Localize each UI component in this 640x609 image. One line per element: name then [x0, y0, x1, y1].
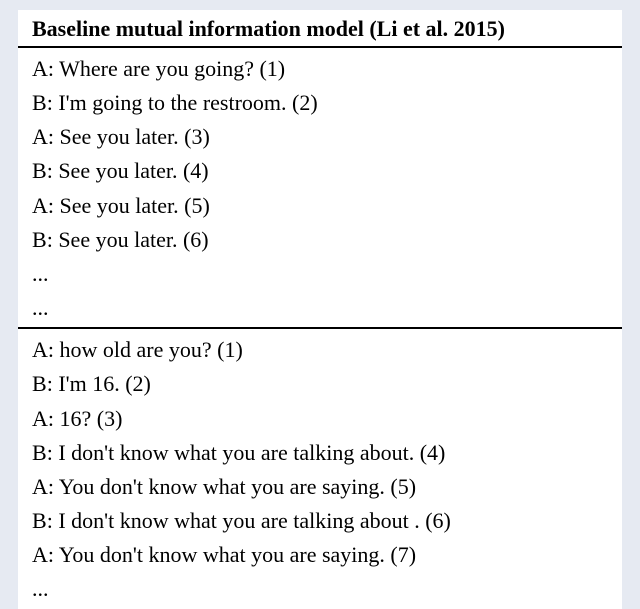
utterance-text: See you later. [60, 193, 179, 218]
speaker-label: A [32, 406, 48, 431]
speaker-label: A [32, 474, 48, 499]
utterance-text: You don't know what you are saying. [59, 474, 385, 499]
dialogue-line: A: You don't know what you are saying. (… [32, 470, 608, 504]
dialogue-line: B: I don't know what you are talking abo… [32, 504, 608, 538]
turn-number: (5) [184, 193, 210, 218]
table-header: Baseline mutual information model (Li et… [18, 10, 622, 48]
speaker-label: A [32, 124, 48, 149]
utterance-text: See you later. [58, 227, 177, 252]
dialogue-table: Baseline mutual information model (Li et… [18, 10, 622, 609]
utterance-text: I'm 16. [58, 371, 119, 396]
dialogue-line: A: how old are you? (1) [32, 333, 608, 367]
turn-number: (5) [390, 474, 416, 499]
dialogue-line: A: You don't know what you are saying. (… [32, 538, 608, 572]
ellipsis: ... [32, 257, 608, 291]
speaker-label: A [32, 193, 48, 218]
turn-number: (3) [184, 124, 210, 149]
utterance-text: Where are you going? [59, 56, 254, 81]
utterance-text: See you later. [58, 158, 177, 183]
utterance-text: how old are you? [60, 337, 212, 362]
turn-number: (6) [183, 227, 209, 252]
dialogue-line: B: I don't know what you are talking abo… [32, 436, 608, 470]
turn-number: (1) [259, 56, 285, 81]
utterance-text: I don't know what you are talking about. [58, 440, 414, 465]
dialogue-line: A: Where are you going? (1) [32, 52, 608, 86]
speaker-label: B [32, 371, 47, 396]
speaker-label: B [32, 508, 47, 533]
turn-number: (1) [217, 337, 243, 362]
dialogue-line: B: I'm going to the restroom. (2) [32, 86, 608, 120]
speaker-label: A [32, 337, 48, 362]
turn-number: (6) [425, 508, 451, 533]
speaker-label: B [32, 158, 47, 183]
utterance-text: 16? [60, 406, 92, 431]
utterance-text: You don't know what you are saying. [59, 542, 385, 567]
utterance-text: See you later. [60, 124, 179, 149]
turn-number: (2) [125, 371, 151, 396]
turn-number: (3) [97, 406, 123, 431]
dialogue-section-2: A: how old are you? (1) B: I'm 16. (2) A… [18, 329, 622, 608]
turn-number: (4) [183, 158, 209, 183]
turn-number: (4) [420, 440, 446, 465]
ellipsis: ... [32, 291, 608, 325]
ellipsis: ... [32, 572, 608, 606]
dialogue-line: B: See you later. (4) [32, 154, 608, 188]
turn-number: (2) [292, 90, 318, 115]
speaker-label: B [32, 440, 47, 465]
dialogue-line: A: 16? (3) [32, 402, 608, 436]
utterance-text: I'm going to the restroom. [58, 90, 286, 115]
speaker-label: A [32, 542, 48, 567]
dialogue-line: A: See you later. (3) [32, 120, 608, 154]
turn-number: (7) [390, 542, 416, 567]
speaker-label: A [32, 56, 48, 81]
dialogue-section-1: A: Where are you going? (1) B: I'm going… [18, 48, 622, 329]
utterance-text: I don't know what you are talking about … [58, 508, 419, 533]
speaker-label: B [32, 90, 47, 115]
dialogue-line: B: See you later. (6) [32, 223, 608, 257]
dialogue-line: B: I'm 16. (2) [32, 367, 608, 401]
dialogue-line: A: See you later. (5) [32, 189, 608, 223]
speaker-label: B [32, 227, 47, 252]
